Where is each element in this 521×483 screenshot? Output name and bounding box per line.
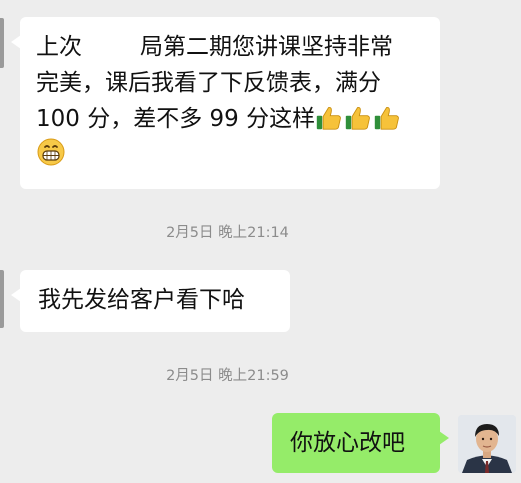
message-line <box>36 137 426 173</box>
avatar-image <box>458 415 516 473</box>
message-line: 100 分，差不多 99 分这样 <box>36 101 426 137</box>
message-bubble[interactable]: 我先发给客户看下哈 <box>11 270 290 332</box>
user-avatar[interactable] <box>458 415 516 473</box>
message-line: 上次 局第二期您讲课坚持非常 <box>36 29 426 65</box>
message-text: 100 分，差不多 99 分这样 <box>36 106 316 132</box>
sender-avatar-edge[interactable] <box>0 270 4 328</box>
message-timestamp: 2月5日 晚上21:14 <box>166 225 289 241</box>
message-bubble[interactable]: 你放心改吧 <box>272 413 449 473</box>
thumbs-up-icon <box>345 107 370 130</box>
thumbs-up-icon <box>316 107 341 130</box>
message-timestamp: 2月5日 晚上21:59 <box>166 368 289 384</box>
message-line: 完美，课后我看了下反馈表，满分 <box>36 70 381 96</box>
sender-avatar-edge[interactable] <box>0 18 4 68</box>
message-text: 我先发给客户看下哈 <box>38 287 245 313</box>
message-bubble[interactable]: 上次 局第二期您讲课坚持非常 完美，课后我看了下反馈表，满分 100 分，差不多 … <box>11 17 440 189</box>
grinning-face-icon <box>37 138 65 166</box>
message-text: 上次 <box>36 34 82 60</box>
message-text: 你放心改吧 <box>290 430 405 456</box>
thumbs-up-icon <box>374 107 399 130</box>
message-text: 局第二期您讲课坚持非常 <box>140 34 393 60</box>
